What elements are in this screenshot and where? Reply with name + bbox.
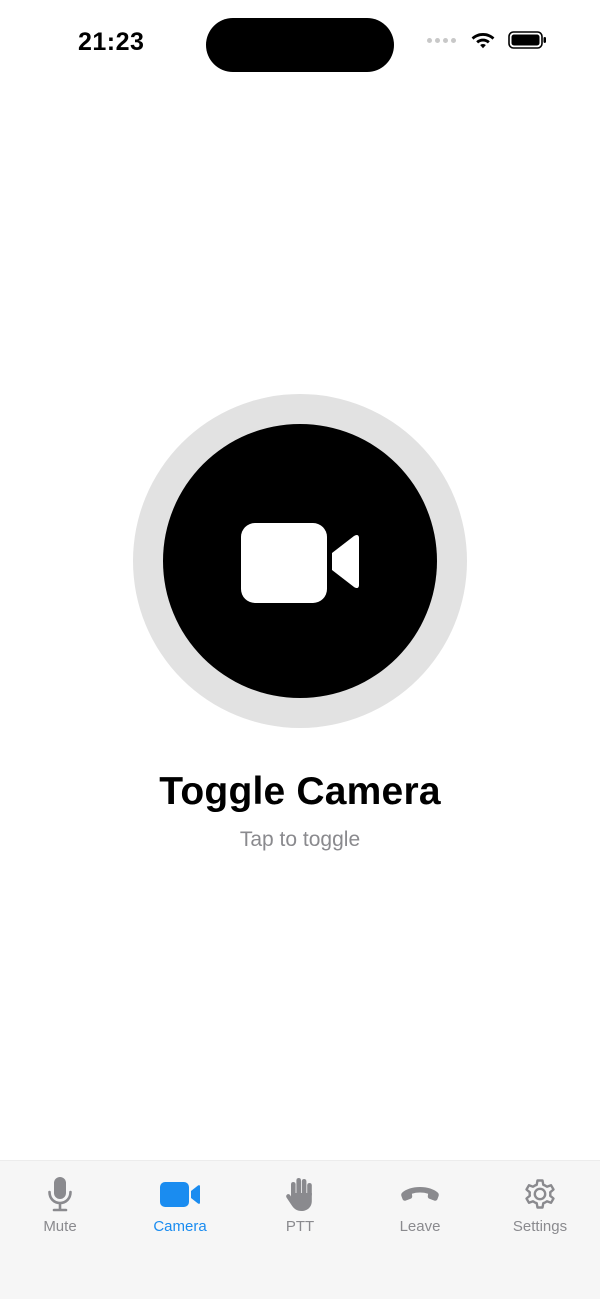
video-camera-icon <box>241 523 359 603</box>
tab-camera-label: Camera <box>153 1218 207 1235</box>
toggle-subtitle: Tap to toggle <box>239 828 361 851</box>
camera-toggle-button[interactable] <box>133 394 467 728</box>
phone-hangup-icon <box>400 1175 440 1213</box>
gear-icon <box>522 1175 558 1213</box>
tab-mute[interactable]: Mute <box>0 1175 120 1235</box>
tab-settings[interactable]: Settings <box>480 1175 600 1235</box>
camera-toggle-circle <box>163 424 437 698</box>
battery-icon <box>508 31 546 49</box>
toggle-title: Toggle Camera <box>159 770 441 813</box>
dynamic-island <box>206 18 394 72</box>
tab-settings-label: Settings <box>512 1218 568 1235</box>
tab-camera[interactable]: Camera <box>120 1175 240 1235</box>
cellular-signal-icon <box>427 37 456 43</box>
tab-mute-label: Mute <box>43 1218 77 1235</box>
tab-bar: Mute Camera PTT Leave Settings <box>0 1160 600 1299</box>
video-camera-icon <box>159 1175 201 1213</box>
tab-ptt-label: PTT <box>285 1218 315 1235</box>
wifi-icon <box>471 33 495 49</box>
tab-ptt[interactable]: PTT <box>240 1175 360 1235</box>
hand-icon <box>285 1175 315 1213</box>
status-time: 21:23 <box>78 28 145 56</box>
tab-leave-label: Leave <box>399 1218 441 1235</box>
status-indicators <box>427 30 548 50</box>
status-bar: 21:23 <box>0 0 600 90</box>
microphone-icon <box>46 1175 74 1213</box>
tab-leave[interactable]: Leave <box>360 1175 480 1235</box>
